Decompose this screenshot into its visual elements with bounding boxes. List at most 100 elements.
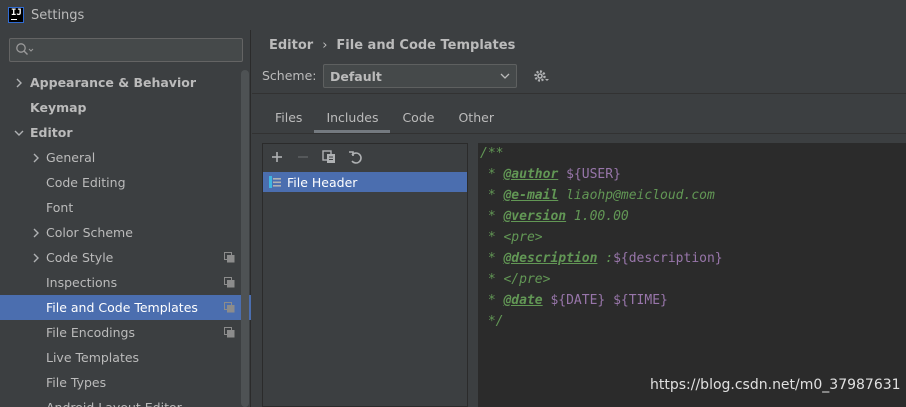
- comment-prefix: *: [480, 293, 504, 308]
- comment-text: liaohp@meicloud.com: [558, 188, 715, 203]
- javadoc-tag: @author: [503, 167, 559, 182]
- file-template-icon: [269, 176, 281, 188]
- settings-main-panel: Editor › File and Code Templates Scheme:…: [252, 30, 906, 407]
- sidebar-item-editor[interactable]: Editor: [0, 120, 251, 145]
- sidebar-item-label: General: [46, 150, 96, 165]
- template-variable: ${description}: [613, 251, 723, 266]
- add-icon[interactable]: [269, 149, 285, 165]
- comment-text: [558, 167, 566, 182]
- comment-prefix: */: [480, 314, 504, 329]
- sidebar-item-general[interactable]: General: [0, 145, 251, 170]
- template-list-panel: File Header: [262, 143, 468, 407]
- code-line: */: [480, 314, 504, 335]
- comment-prefix: * </pre>: [480, 272, 551, 287]
- settings-tree: Appearance & Behavior Keymap Editor General…: [0, 70, 251, 407]
- intellij-logo-icon: IJ: [8, 7, 24, 23]
- project-scope-icon: [224, 277, 235, 288]
- scheme-value: Default: [330, 68, 382, 84]
- comment-prefix: *: [480, 167, 504, 182]
- javadoc-tag: @version: [503, 209, 567, 224]
- sidebar-item-label: Code Editing: [46, 175, 126, 190]
- template-item-file-header[interactable]: File Header: [263, 172, 467, 192]
- title-bar: IJ Settings: [0, 0, 906, 30]
- sidebar-item-label: File Encodings: [46, 325, 136, 340]
- template-variable: ${DATE} ${TIME}: [550, 293, 668, 308]
- chevron-right-icon[interactable]: [31, 253, 41, 263]
- scheme-label: Scheme:: [262, 68, 317, 83]
- window-title: Settings: [31, 7, 85, 23]
- logo-text: IJ: [11, 8, 22, 18]
- gear-icon[interactable]: [533, 68, 549, 84]
- sidebar-item-label: Code Style: [46, 250, 114, 265]
- tab-code[interactable]: Code: [390, 106, 446, 132]
- sidebar-item-label: Live Templates: [46, 350, 140, 365]
- settings-sidebar: Appearance & Behavior Keymap Editor General…: [0, 30, 251, 407]
- sidebar-item-color-scheme[interactable]: Color Scheme: [0, 220, 251, 245]
- comment-prefix: *: [480, 209, 504, 224]
- comment-text: 1.00.00: [566, 209, 629, 224]
- scheme-dropdown[interactable]: Default: [323, 64, 517, 88]
- tab-other[interactable]: Other: [446, 106, 506, 132]
- reset-icon[interactable]: [347, 149, 363, 165]
- breadcrumb-current: File and Code Templates: [336, 38, 516, 53]
- javadoc-tag: @date: [503, 293, 543, 308]
- sidebar-item-keymap[interactable]: Keymap: [0, 95, 251, 120]
- javadoc-tag: @description: [503, 251, 598, 266]
- template-list-toolbar: [269, 149, 373, 165]
- chevron-right-icon[interactable]: [31, 228, 41, 238]
- code-line: * </pre>: [480, 272, 551, 293]
- breadcrumb: Editor › File and Code Templates: [269, 38, 515, 53]
- breadcrumb-separator: ›: [322, 38, 328, 53]
- template-code-editor[interactable]: /** * @author ${USER} * @e-mail liaohp@m…: [478, 143, 906, 407]
- sidebar-item-label: File and Code Templates: [46, 300, 198, 315]
- sidebar-item-file-types[interactable]: File Types: [0, 370, 251, 395]
- sidebar-item-label: File Types: [46, 375, 107, 390]
- sidebar-item-android-layout-editor[interactable]: Android Layout Editor: [0, 395, 251, 407]
- code-line: * @date ${DATE} ${TIME}: [480, 293, 668, 314]
- sidebar-item-code-editing[interactable]: Code Editing: [0, 170, 251, 195]
- code-line: /**: [480, 146, 503, 167]
- template-variable: ${USER}: [566, 167, 621, 182]
- sidebar-item-code-style[interactable]: Code Style: [0, 245, 251, 270]
- template-item-label: File Header: [287, 174, 358, 190]
- sidebar-item-file-encodings[interactable]: File Encodings: [0, 320, 251, 345]
- sidebar-item-appearance-behavior[interactable]: Appearance & Behavior: [0, 70, 251, 95]
- sidebar-item-label: Editor: [30, 125, 73, 140]
- javadoc-tag: @e-mail: [503, 188, 559, 203]
- remove-icon[interactable]: [295, 149, 311, 165]
- copy-icon[interactable]: [321, 149, 337, 165]
- sidebar-scrollbar[interactable]: [241, 70, 249, 407]
- settings-search-box[interactable]: [9, 38, 243, 62]
- search-input[interactable]: [36, 41, 236, 59]
- sidebar-item-label: Inspections: [46, 275, 118, 290]
- sidebar-item-label: Keymap: [30, 100, 87, 115]
- comment-prefix: *: [480, 251, 504, 266]
- comment-prefix: /**: [480, 146, 504, 161]
- chevron-right-icon[interactable]: [14, 78, 24, 88]
- sidebar-item-label: Color Scheme: [46, 225, 133, 240]
- comment-prefix: * <pre>: [480, 230, 543, 245]
- search-icon: [16, 43, 34, 55]
- project-scope-icon: [224, 327, 235, 338]
- chevron-right-icon[interactable]: [31, 153, 41, 163]
- sidebar-item-live-templates[interactable]: Live Templates: [0, 345, 251, 370]
- project-scope-icon: [224, 302, 235, 313]
- tabs-divider: [252, 133, 906, 134]
- code-line: * @e-mail liaohp@meicloud.com: [480, 188, 715, 209]
- tab-files[interactable]: Files: [263, 106, 314, 132]
- comment-prefix: *: [480, 188, 504, 203]
- tab-includes[interactable]: Includes: [314, 106, 391, 133]
- comment-text: :: [597, 251, 614, 266]
- chevron-down-icon[interactable]: [14, 128, 24, 138]
- breadcrumb-parent[interactable]: Editor: [269, 38, 313, 53]
- code-line: * @version 1.00.00: [480, 209, 629, 230]
- header-divider: [252, 93, 906, 94]
- sidebar-item-file-and-code-templates[interactable]: File and Code Templates: [0, 295, 251, 320]
- sidebar-item-label: Android Layout Editor: [46, 400, 182, 407]
- sidebar-item-inspections[interactable]: Inspections: [0, 270, 251, 295]
- sidebar-item-label: Font: [46, 200, 74, 215]
- chevron-down-icon: [500, 73, 510, 79]
- sidebar-item-font[interactable]: Font: [0, 195, 251, 220]
- sidebar-item-label: Appearance & Behavior: [30, 75, 196, 90]
- code-line: * @description :${description}: [480, 251, 723, 272]
